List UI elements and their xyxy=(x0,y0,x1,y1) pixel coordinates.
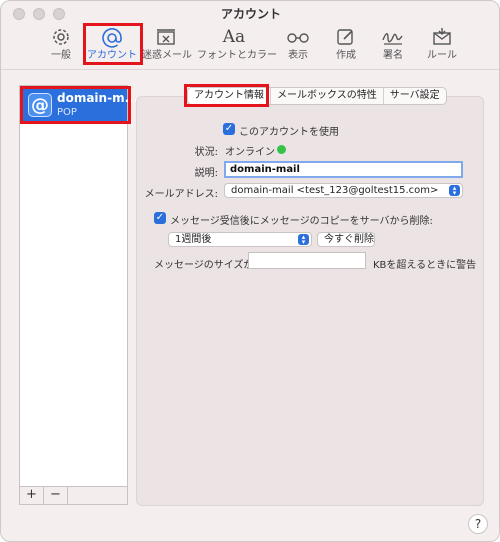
title-bar: アカウント xyxy=(1,1,499,23)
status-value: オンライン xyxy=(225,147,275,158)
compose-icon xyxy=(329,25,363,49)
toolbar-viewing-label: 表示 xyxy=(288,50,308,61)
tab-account-info[interactable]: アカウント情報 xyxy=(188,88,270,104)
tab-server-settings[interactable]: サーバ設定 xyxy=(382,88,446,104)
size-warning-label: メッセージのサイズが xyxy=(154,260,254,271)
rules-icon xyxy=(425,25,459,49)
chevron-updown-icon: ▴ ▾ xyxy=(298,234,309,246)
toolbar-general[interactable]: 一般 xyxy=(45,25,77,65)
size-warning-suffix: KBを超えるときに警告 xyxy=(373,260,477,271)
description-label: 説明: xyxy=(194,168,218,179)
status-online-indicator xyxy=(277,145,286,154)
toolbar-junk-mail-label: 迷惑メール xyxy=(142,50,192,61)
email-address-value: domain-mail <test_123@goltest15.com> xyxy=(231,185,439,196)
toolbar-accounts[interactable]: アカウント xyxy=(85,25,139,65)
junk-mail-icon xyxy=(142,25,190,49)
description-field[interactable]: domain-mail xyxy=(224,161,463,178)
account-type: POP xyxy=(57,107,77,118)
toolbar-fonts-colors[interactable]: Aa フォントとカラー xyxy=(197,25,277,65)
glasses-icon xyxy=(281,25,315,49)
size-warning-field[interactable] xyxy=(248,252,366,269)
toolbar-accounts-label: アカウント xyxy=(87,50,137,61)
account-list-footer: + − xyxy=(19,486,128,505)
toolbar-signatures[interactable]: 署名 xyxy=(376,25,410,65)
toolbar-general-label: 一般 xyxy=(51,50,71,61)
toolbar-rules[interactable]: ルール xyxy=(425,25,459,65)
remove-copy-checkbox[interactable]: ✓ xyxy=(154,212,166,224)
fonts-colors-icon: Aa xyxy=(222,27,246,47)
preferences-window: アカウント 一般 アカウント 迷惑メール Aa フォントとカラー 表示 作成 署… xyxy=(0,0,500,542)
at-icon xyxy=(85,25,139,49)
toolbar-rules-label: ルール xyxy=(427,50,457,61)
add-account-button[interactable]: + xyxy=(20,487,44,504)
toolbar-viewing[interactable]: 表示 xyxy=(281,25,315,65)
remove-account-button[interactable]: − xyxy=(44,487,68,504)
tab-mailbox-behaviors[interactable]: メールボックスの特性 xyxy=(270,88,383,104)
remove-copy-label: メッセージ受信後にメッセージのコピーをサーバから削除: xyxy=(170,216,433,227)
toolbar-divider xyxy=(1,69,499,70)
remove-now-button[interactable]: 今すぐ削除 xyxy=(317,232,375,247)
account-list-item[interactable]: @ domain-m... POP xyxy=(20,86,138,124)
toolbar-junk-mail[interactable]: 迷惑メール xyxy=(142,25,192,65)
toolbar-composing-label: 作成 xyxy=(336,50,356,61)
preferences-toolbar: 一般 アカウント 迷惑メール Aa フォントとカラー 表示 作成 署名 ルール xyxy=(1,23,499,67)
account-name: domain-m... xyxy=(57,91,139,105)
chevron-updown-icon: ▴ ▾ xyxy=(449,185,460,197)
enable-account-label: このアカウントを使用 xyxy=(239,127,339,138)
signature-icon xyxy=(376,25,410,49)
status-label: 状況: xyxy=(194,147,218,158)
help-button[interactable]: ? xyxy=(468,514,488,534)
at-icon: @ xyxy=(28,93,52,117)
remove-after-value: 1週間後 xyxy=(175,234,212,245)
toolbar-fonts-colors-label: フォントとカラー xyxy=(197,50,277,61)
remove-after-select[interactable]: 1週間後 ▴ ▾ xyxy=(168,232,312,247)
window-title: アカウント xyxy=(220,7,281,21)
email-address-select[interactable]: domain-mail <test_123@goltest15.com> ▴ ▾ xyxy=(224,183,463,198)
account-list[interactable]: @ domain-m... POP xyxy=(19,85,138,505)
email-address-label: メールアドレス: xyxy=(144,189,218,200)
enable-account-checkbox[interactable]: ✓ xyxy=(223,123,235,135)
toolbar-composing[interactable]: 作成 xyxy=(329,25,363,65)
gear-icon xyxy=(45,25,77,49)
toolbar-signatures-label: 署名 xyxy=(383,50,403,61)
account-tabs: アカウント情報 メールボックスの特性 サーバ設定 xyxy=(187,87,447,105)
